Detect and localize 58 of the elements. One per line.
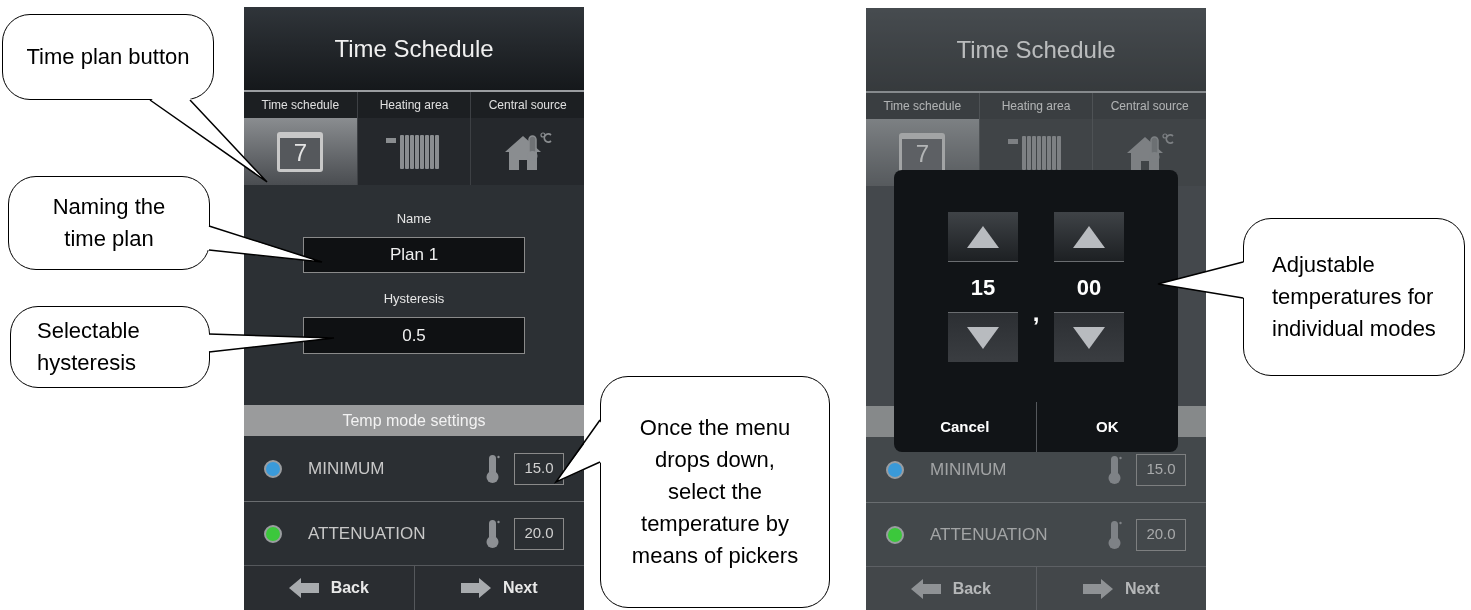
mode-name: MINIMUM xyxy=(308,457,386,480)
tab-label: Time schedule xyxy=(866,93,979,119)
thermometer-icon xyxy=(486,453,500,484)
mode-row[interactable]: ATTENUATION 20.0 xyxy=(244,502,584,565)
increment-button[interactable] xyxy=(1054,212,1124,262)
decrement-button[interactable] xyxy=(948,312,1018,362)
next-button[interactable]: Next xyxy=(414,566,584,610)
mode-row[interactable]: ATTENUATION 20.0 xyxy=(866,503,1206,566)
down-triangle-icon xyxy=(1073,326,1105,349)
section-header: Temp mode settings xyxy=(244,405,584,436)
left-arrow-icon xyxy=(910,579,941,599)
mode-name: ATTENUATION xyxy=(930,523,1049,546)
tab[interactable]: Time schedule 7 xyxy=(244,92,358,185)
field-label: Hysteresis xyxy=(383,290,445,308)
temperature-field[interactable]: 20.0 xyxy=(514,517,564,550)
up-triangle-icon xyxy=(1073,225,1105,248)
thermometer-icon xyxy=(1108,519,1122,550)
callout-bubble: Naming the time plan xyxy=(8,176,210,270)
callout-bubble: Selectable hysteresis xyxy=(10,306,210,388)
temperature-field[interactable]: 20.0 xyxy=(1136,518,1186,551)
radiator-icon xyxy=(1008,134,1064,171)
field-label: Name xyxy=(396,210,432,228)
temperature-field[interactable]: 15.0 xyxy=(1136,453,1186,486)
up-triangle-icon xyxy=(967,225,999,248)
back-button[interactable]: Back xyxy=(866,567,1037,610)
decrement-button[interactable] xyxy=(1054,312,1124,362)
left-arrow-icon xyxy=(288,578,319,598)
picker-value: 00 xyxy=(1075,273,1103,302)
decimal-separator: , xyxy=(1031,298,1041,328)
temperature-field[interactable]: 15.0 xyxy=(514,452,564,485)
calendar-icon: 7 xyxy=(277,131,324,172)
down-triangle-icon xyxy=(967,326,999,349)
callout-bubble: Once the menu drops down, select the temperature by means of pickers xyxy=(600,376,830,608)
calendar-icon: 7 xyxy=(899,132,946,173)
tab[interactable]: Heating area xyxy=(357,92,472,185)
tab-label: Central source xyxy=(471,92,584,118)
right-arrow-icon xyxy=(1082,579,1113,599)
thermometer-icon xyxy=(1108,454,1122,485)
screen-title: Time Schedule xyxy=(334,33,494,64)
mode-name: ATTENUATION xyxy=(308,522,427,545)
right-arrow-icon xyxy=(460,578,491,598)
tab-label: Heating area xyxy=(357,92,471,118)
thermometer-icon xyxy=(486,518,500,549)
screen-title: Time Schedule xyxy=(956,34,1116,65)
picker-value: 15 xyxy=(969,273,997,302)
callout-bubble: Adjustable temperatures for individual modes xyxy=(1243,218,1465,376)
hysteresis-field[interactable]: 0.5 xyxy=(303,317,525,354)
tab-label: Time schedule xyxy=(244,92,357,118)
mode-name: MINIMUM xyxy=(930,458,1008,481)
radiator-icon xyxy=(386,133,442,170)
name-field[interactable]: Plan 1 xyxy=(303,237,525,273)
next-button[interactable]: Next xyxy=(1036,567,1206,610)
increment-button[interactable] xyxy=(948,212,1018,262)
callout-pointer xyxy=(553,419,602,484)
tab[interactable]: Central source xyxy=(471,92,584,185)
back-button[interactable]: Back xyxy=(244,566,415,610)
callout-bubble: Time plan button xyxy=(2,14,214,100)
cancel-button[interactable]: Cancel xyxy=(894,402,1037,452)
